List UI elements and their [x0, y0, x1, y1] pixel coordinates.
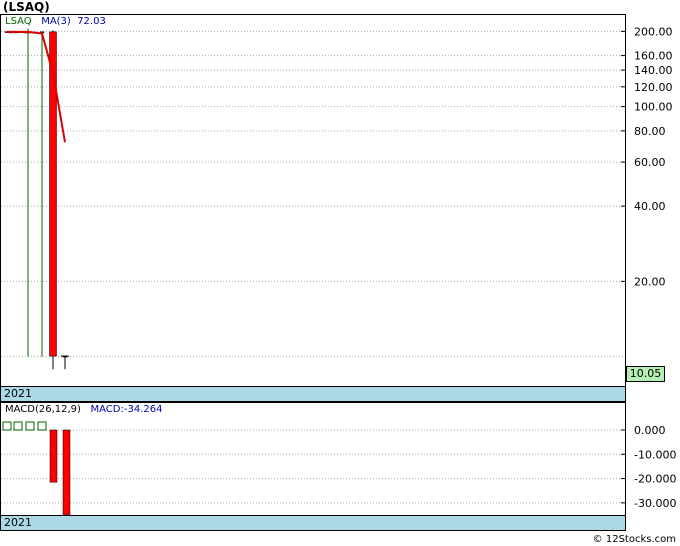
- macd-legend: MACD(26,12,9) MACD:-34.264: [5, 404, 162, 415]
- candle-body: [49, 31, 57, 357]
- macd-bar: [62, 429, 71, 516]
- y-tick-label: -20.000: [634, 473, 676, 486]
- y-tick-label: 60.00: [634, 156, 666, 169]
- macd-signal-box: [25, 421, 35, 431]
- legend-macd-label: MACD(26,12,9): [5, 404, 81, 415]
- macd-panel: 0.000 -10.000 -20.000 -30.000 MACD(26,12,9)…: [0, 402, 676, 517]
- macd-signal-box: [13, 421, 23, 431]
- y-tick-label: 20.00: [634, 275, 666, 288]
- legend-ticker: LSAQ: [5, 16, 32, 27]
- price-year-label: 2021: [4, 387, 32, 400]
- price-legend: LSAQ MA(3) 72.03: [5, 16, 106, 27]
- y-tick-label: 160.00: [634, 50, 673, 63]
- y-tick-label: 80.00: [634, 125, 666, 138]
- footer-credit: © 12Stocks.com: [592, 534, 676, 545]
- legend-ma-value: 72.03: [77, 16, 106, 27]
- price-chart: 20.00 40.00 60.00 80.00 100.00 120.00 140.0016…: [1, 25, 673, 370]
- macd-bar: [49, 429, 58, 483]
- price-panel: 20.00 40.00 60.00 80.00 100.00 120.00 140.00 16…: [0, 14, 673, 388]
- y-tick-label: -10.000: [634, 448, 676, 461]
- y-tick-label: 0.000: [634, 424, 666, 437]
- macd-time-axis: 2021: [0, 515, 626, 531]
- chart-title: (LSAQ): [3, 0, 50, 14]
- y-tick-label: 140.00: [634, 64, 673, 77]
- last-price-label: 10.05: [626, 366, 665, 382]
- legend-ma-label: MA(3): [41, 16, 71, 27]
- y-tick-label: 100.00: [634, 101, 673, 114]
- macd-signal-box: [37, 421, 47, 431]
- macd-signal-box: [2, 421, 12, 431]
- y-tick-label: -30.000: [634, 497, 676, 510]
- y-tick-label: 200.00: [634, 25, 673, 38]
- price-time-axis: 2021: [0, 386, 626, 402]
- y-tick-label: 120.00: [634, 81, 673, 94]
- y-tick-label: 40.00: [634, 200, 666, 213]
- macd-year-label: 2021: [4, 516, 32, 529]
- legend-macd-value: MACD:-34.264: [90, 404, 163, 415]
- macd-chart: 0.000 -10.000 -20.000 -30.000: [1, 421, 676, 516]
